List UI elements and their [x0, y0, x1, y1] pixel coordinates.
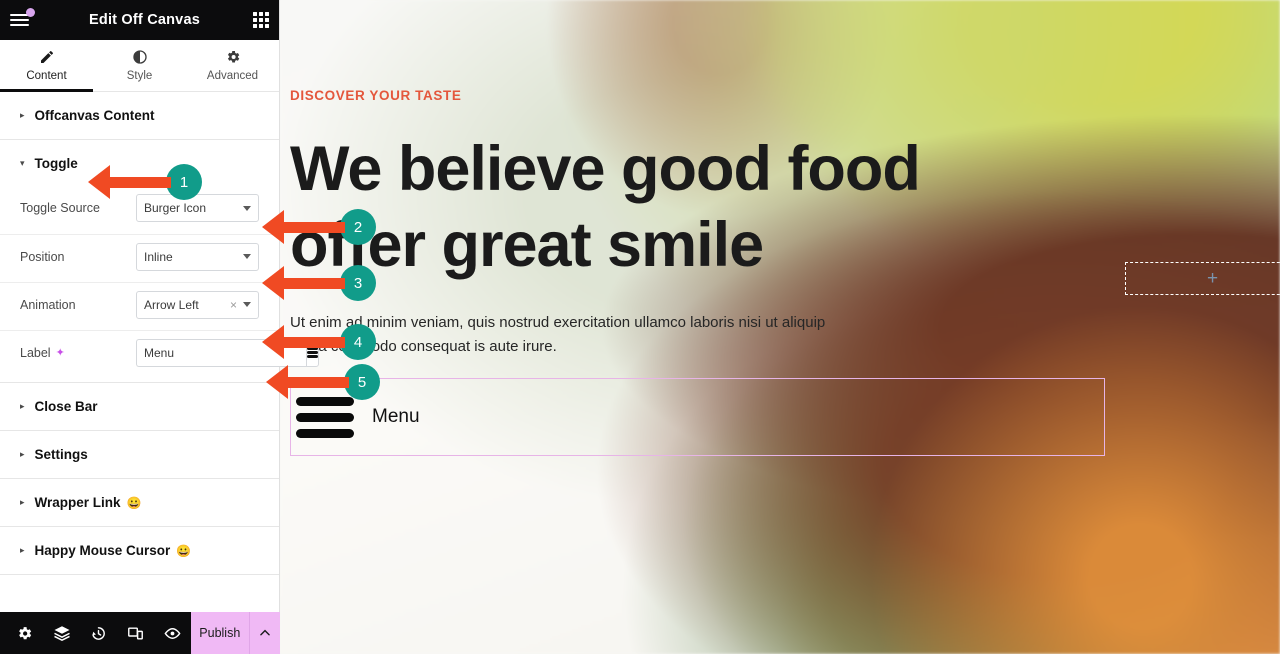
control-position: Position Inline: [0, 234, 279, 278]
editor-settings-panel: Edit Off Canvas Content Style Advanced ▸…: [0, 0, 319, 654]
canvas-preview-area[interactable]: DISCOVER YOUR TASTE We believe good food…: [280, 0, 1280, 654]
hero-headline: We believe good food offer great smile: [290, 134, 921, 280]
panel-tabs: Content Style Advanced: [0, 40, 279, 92]
panel-header: Edit Off Canvas: [0, 0, 279, 40]
toggle-source-value: Burger Icon: [144, 201, 207, 215]
navigator-layers-icon[interactable]: [43, 612, 80, 654]
elementor-editor-screen: DISCOVER YOUR TASTE We believe good food…: [0, 0, 1280, 654]
callout-badge-1: 1: [166, 164, 202, 200]
pencil-icon: [40, 50, 53, 63]
position-value: Inline: [144, 249, 173, 264]
control-animation-label: Animation: [20, 297, 76, 312]
section-close-bar-label: Close Bar: [34, 399, 98, 414]
chevron-right-icon: ▸: [20, 401, 25, 411]
gear-icon: [227, 51, 239, 63]
label-input-group: [136, 338, 319, 367]
section-wrapper-link[interactable]: ▸ Wrapper Link 😀: [0, 479, 279, 527]
add-new-element-placeholder[interactable]: +: [1125, 262, 1280, 295]
callout-arrow-4: [262, 325, 345, 359]
responsive-devices-icon[interactable]: [117, 612, 154, 654]
control-position-label: Position: [20, 249, 65, 264]
tab-style[interactable]: Style: [93, 40, 186, 91]
control-label: Label ✦: [0, 330, 319, 374]
chevron-right-icon: ▸: [20, 497, 25, 507]
callout-arrow-2: [262, 210, 345, 244]
control-label-text: Label: [20, 345, 51, 360]
panel-title: Edit Off Canvas: [89, 12, 200, 28]
preview-eye-icon[interactable]: [154, 612, 191, 654]
chevron-right-icon: ▸: [20, 110, 25, 120]
clear-selection-icon[interactable]: ×: [230, 298, 237, 312]
callout-1: 1: [88, 164, 202, 200]
callout-arrow-3: [262, 266, 345, 300]
offcanvas-toggle-widget[interactable]: Menu: [290, 378, 1105, 456]
publish-button[interactable]: Publish: [191, 612, 249, 654]
toggle-widget-label: Menu: [372, 406, 420, 427]
section-toggle-label: Toggle: [34, 155, 78, 171]
plus-icon[interactable]: +: [1207, 269, 1218, 288]
section-offcanvas-content[interactable]: ▸ Offcanvas Content: [0, 92, 279, 140]
callout-5: 5: [266, 364, 380, 400]
section-happy-mouse-cursor[interactable]: ▸ Happy Mouse Cursor 😀: [0, 527, 279, 575]
animation-select[interactable]: Arrow Left ×: [136, 290, 259, 319]
panel-footer-toolbar: Publish: [0, 612, 280, 654]
chevron-right-icon: ▸: [20, 449, 25, 459]
callout-4: 4: [262, 324, 376, 360]
chevron-down-icon: ▾: [20, 157, 25, 168]
control-label-label: Label ✦: [20, 346, 136, 360]
chevron-right-icon: ▸: [20, 545, 25, 555]
smiley-face-icon: 😀: [126, 495, 142, 510]
section-settings-label: Settings: [34, 447, 88, 462]
control-animation: Animation Arrow Left ×: [0, 282, 279, 326]
chevron-down-icon: [243, 254, 251, 259]
hero-eyebrow-text: DISCOVER YOUR TASTE: [290, 88, 462, 103]
history-clock-icon[interactable]: [80, 612, 117, 654]
callout-arrow-5: [266, 365, 349, 399]
publish-options-chevron-icon[interactable]: [248, 612, 280, 654]
callout-badge-4: 4: [340, 324, 376, 360]
contrast-circle-icon: [132, 50, 147, 64]
tab-style-label: Style: [126, 70, 153, 82]
control-toggle-source-label: Toggle Source: [20, 201, 100, 215]
callout-3: 3: [262, 265, 376, 301]
footer-icon-group: [0, 612, 191, 654]
hero-content: DISCOVER YOUR TASTE We believe good food…: [290, 88, 930, 359]
animation-value: Arrow Left: [144, 297, 199, 312]
tab-advanced[interactable]: Advanced: [186, 40, 279, 91]
position-select[interactable]: Inline: [136, 242, 259, 271]
hamburger-icon[interactable]: [10, 8, 36, 32]
callout-2: 2: [262, 209, 376, 245]
callout-badge-3: 3: [340, 265, 376, 301]
section-settings[interactable]: ▸ Settings: [0, 431, 279, 479]
chevron-down-icon: [243, 205, 251, 211]
smiley-face-icon: 😀: [176, 543, 192, 558]
tab-advanced-label: Advanced: [206, 70, 259, 82]
callout-badge-2: 2: [340, 209, 376, 245]
section-toggle-body: Toggle Source Burger Icon Position Inlin…: [0, 186, 319, 383]
sparkle-ai-icon[interactable]: ✦: [56, 346, 65, 359]
grid-apps-icon[interactable]: [253, 12, 269, 28]
chevron-down-icon: [243, 302, 251, 307]
section-offcanvas-content-label: Offcanvas Content: [34, 108, 155, 123]
settings-gear-icon[interactable]: [6, 612, 43, 654]
tab-content[interactable]: Content: [0, 40, 93, 92]
section-close-bar[interactable]: ▸ Close Bar: [0, 383, 279, 431]
notification-dot: [26, 8, 35, 17]
section-happy-mouse-cursor-label: Happy Mouse Cursor: [34, 543, 171, 558]
callout-arrow-1: [88, 165, 171, 199]
tab-content-label: Content: [26, 70, 67, 82]
section-wrapper-link-label: Wrapper Link: [34, 495, 121, 510]
burger-lines-icon[interactable]: [296, 396, 354, 438]
callout-badge-5: 5: [344, 364, 380, 400]
